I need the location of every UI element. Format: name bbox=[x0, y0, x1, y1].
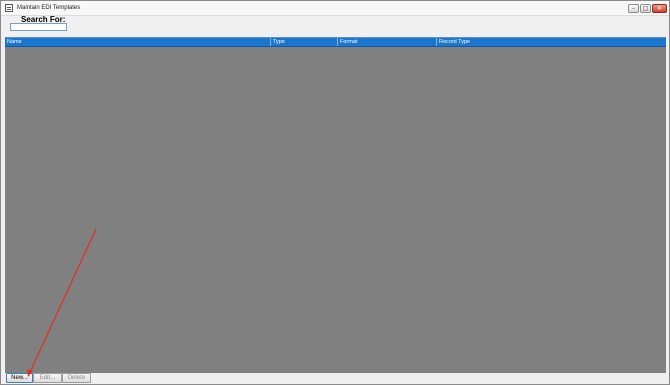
title-bar[interactable]: Maintain EDI Templates – □ ✕ bbox=[1, 1, 669, 16]
column-header-format[interactable]: Format bbox=[338, 38, 437, 46]
edi-templates-window: Maintain EDI Templates – □ ✕ Search For:… bbox=[0, 0, 670, 385]
minimize-button[interactable]: – bbox=[628, 4, 639, 13]
app-icon bbox=[5, 4, 13, 12]
column-header-record-type[interactable]: Record Type bbox=[437, 38, 666, 46]
delete-button[interactable]: Delete bbox=[62, 373, 91, 383]
close-button[interactable]: ✕ bbox=[652, 4, 667, 13]
column-header-name[interactable]: Name bbox=[5, 38, 271, 46]
new-button[interactable]: New... bbox=[6, 373, 33, 383]
grid-header: Name Type Format Record Type bbox=[5, 38, 666, 47]
edit-button[interactable]: Edit... bbox=[33, 373, 62, 383]
column-header-type[interactable]: Type bbox=[271, 38, 338, 46]
templates-grid[interactable]: Name Type Format Record Type bbox=[5, 37, 666, 373]
window-title: Maintain EDI Templates bbox=[17, 5, 81, 11]
maximize-button[interactable]: □ bbox=[640, 4, 651, 13]
search-input[interactable] bbox=[10, 23, 67, 31]
